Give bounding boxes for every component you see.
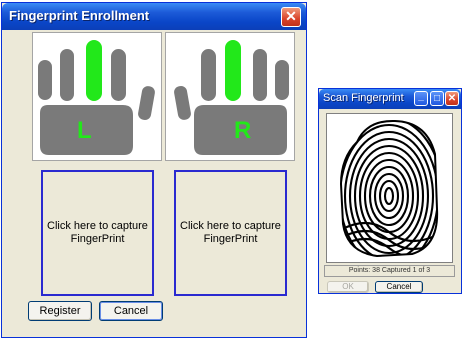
scan-cancel-button[interactable]: Cancel: [375, 281, 423, 293]
scan-titlebar[interactable]: Scan Fingerprint _ □ ✕: [319, 89, 461, 109]
left-index-finger: [111, 49, 126, 101]
right-capture-box[interactable]: Click here to capture FingerPrint: [174, 170, 287, 296]
close-icon[interactable]: ✕: [445, 91, 459, 106]
scan-window-title: Scan Fingerprint: [323, 92, 404, 104]
ok-button[interactable]: OK: [327, 281, 369, 293]
right-thumb: [174, 85, 191, 120]
left-capture-text: Click here to capture FingerPrint: [47, 220, 148, 245]
fingerprint-icon: [339, 119, 439, 258]
right-index-finger: [201, 49, 216, 101]
right-hand-panel[interactable]: R: [165, 32, 295, 161]
register-button[interactable]: Register: [28, 301, 92, 321]
scan-status-bar: Points: 38 Captured 1 of 3: [324, 265, 455, 277]
right-capture-text: Click here to capture FingerPrint: [180, 220, 281, 245]
fingerprint-image: [326, 113, 453, 263]
minimize-icon[interactable]: _: [414, 91, 428, 106]
cancel-button[interactable]: Cancel: [99, 301, 163, 321]
right-hand-icon: [174, 40, 289, 155]
maximize-icon[interactable]: □: [430, 91, 444, 106]
left-hand-panel[interactable]: L: [32, 32, 162, 161]
left-ring-finger: [60, 49, 74, 101]
left-thumb: [138, 86, 155, 121]
left-pinky-finger: [38, 60, 52, 100]
fingerprint-enrollment-window: Fingerprint Enrollment ✕ L R Click here …: [1, 2, 307, 338]
right-middle-finger: [225, 40, 241, 101]
right-pinky-finger: [275, 60, 289, 100]
left-capture-box[interactable]: Click here to capture FingerPrint: [41, 170, 154, 296]
close-icon[interactable]: ✕: [281, 7, 301, 27]
scan-fingerprint-window: Scan Fingerprint _ □ ✕ Points: 38 Captur…: [318, 88, 462, 294]
right-hand-label: R: [234, 117, 252, 144]
left-hand-label: L: [77, 117, 92, 144]
left-middle-finger: [86, 40, 102, 101]
right-ring-finger: [253, 49, 267, 101]
enrollment-titlebar[interactable]: Fingerprint Enrollment ✕: [2, 3, 306, 30]
window-title: Fingerprint Enrollment: [9, 8, 150, 23]
left-hand-icon: [38, 40, 155, 155]
scan-status-text: Points: 38 Captured 1 of 3: [348, 267, 431, 274]
